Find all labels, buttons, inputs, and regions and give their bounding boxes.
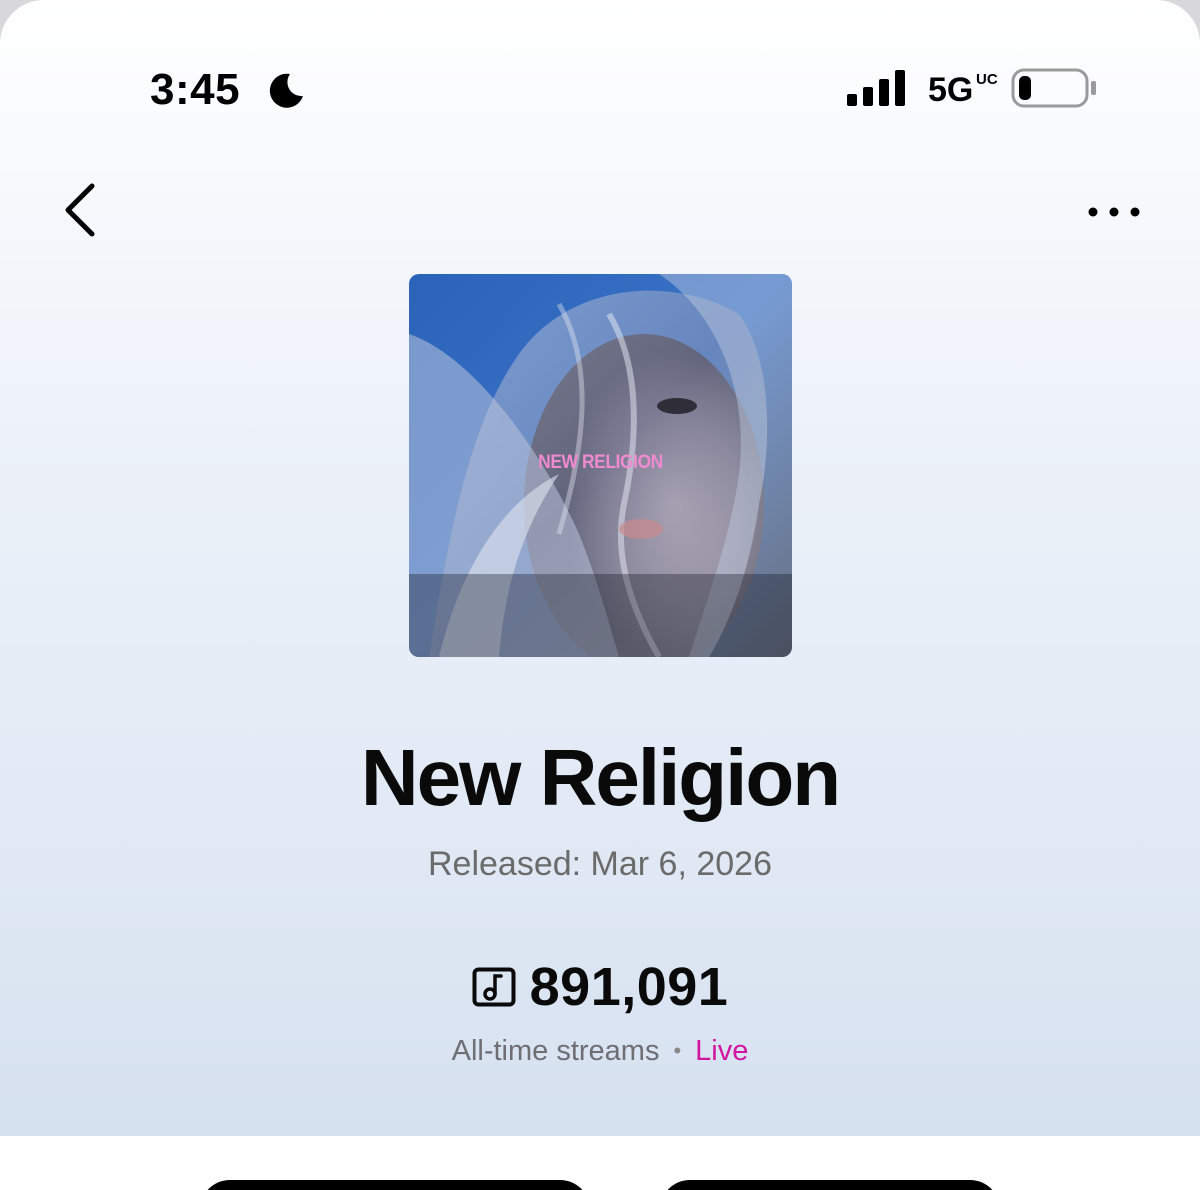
- battery-icon: [1011, 68, 1096, 108]
- action-button-left[interactable]: [200, 1180, 590, 1190]
- album-cover[interactable]: NEW RELIGION: [409, 274, 792, 657]
- app-screen: 3:45 5G UC NEW RELIGION New Religion Rel…: [0, 0, 1200, 1190]
- streams-stat: 891,091: [0, 952, 1200, 1022]
- streams-caption: All-time streams • Live: [0, 1030, 1200, 1072]
- cover-title-text: NEW RELIGION: [538, 452, 663, 473]
- status-time: 3:45: [150, 65, 241, 114]
- moon-icon: [269, 73, 303, 108]
- music-note-icon: [472, 967, 516, 1007]
- separator-dot: •: [673, 1038, 682, 1063]
- action-button-right[interactable]: [660, 1180, 1000, 1190]
- streams-label: All-time streams: [451, 1035, 660, 1067]
- network-subtype: UC: [976, 71, 998, 88]
- network-type: 5G: [928, 71, 974, 109]
- live-badge: Live: [695, 1035, 749, 1067]
- action-bar: [0, 1136, 1200, 1190]
- chevron-left-icon[interactable]: [56, 180, 104, 240]
- track-title: New Religion: [360, 733, 841, 822]
- streams-count: 891,091: [529, 957, 729, 1017]
- signal-icon: [847, 70, 905, 106]
- ellipsis-icon[interactable]: [1084, 196, 1144, 228]
- release-date: Released: Mar 6, 2026: [428, 845, 772, 883]
